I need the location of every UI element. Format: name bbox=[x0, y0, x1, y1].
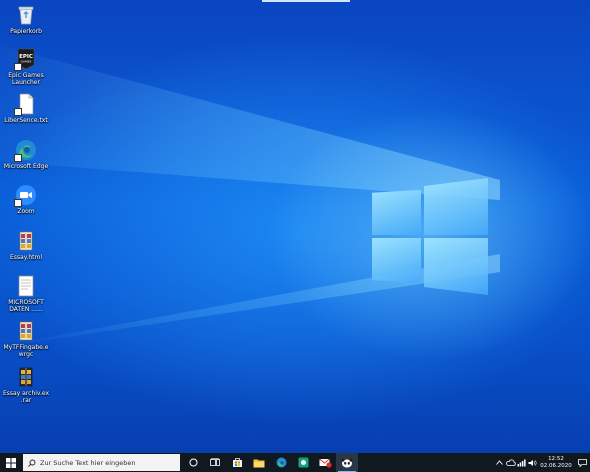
winrar-archive-icon bbox=[15, 366, 37, 388]
desktop-icon-label: MICROSOFT DATEN ...... bbox=[8, 299, 44, 313]
recycle-bin-icon bbox=[15, 4, 37, 26]
store-icon bbox=[232, 458, 242, 467]
network-tray[interactable] bbox=[516, 453, 527, 472]
cloud-icon bbox=[505, 459, 516, 466]
cortana-icon bbox=[189, 458, 197, 467]
shortcut-arrow-icon bbox=[14, 199, 22, 207]
taskbar-mail[interactable] bbox=[314, 453, 336, 472]
desktop-icon-myffingabe[interactable]: MyTFFingabe.ewrgc bbox=[2, 320, 50, 358]
shortcut-arrow-icon bbox=[14, 154, 22, 162]
action-center-button[interactable] bbox=[574, 453, 590, 472]
taskbar-store[interactable] bbox=[226, 453, 248, 472]
epic-games-icon: EPIC GAMES bbox=[14, 48, 37, 71]
desktop-icon-label: Microsoft Edge bbox=[3, 163, 49, 170]
edge-icon bbox=[14, 139, 37, 162]
desktop-icon-label: Zoom bbox=[17, 208, 35, 215]
desktop-icon-label: MyTFFingabe.ewrgc bbox=[3, 344, 49, 358]
desktop-icon-zoom[interactable]: Zoom bbox=[2, 184, 50, 215]
desktop-icon-label: Epic Games Launcher bbox=[8, 72, 44, 86]
speaker-icon bbox=[528, 459, 537, 466]
network-icon bbox=[517, 459, 526, 466]
taskbar-panda-app[interactable] bbox=[336, 453, 358, 472]
start-button[interactable] bbox=[0, 453, 22, 472]
desktop-icon-text-file[interactable]: LiberSence.txt bbox=[2, 93, 50, 124]
desktop-icon-label: Essay archiv.ex .rar bbox=[2, 390, 50, 404]
desktop-icon-essay-html[interactable]: Essay.html bbox=[2, 230, 50, 261]
shortcut-arrow-icon bbox=[14, 108, 22, 116]
onedrive-tray[interactable] bbox=[505, 453, 516, 472]
edge-icon bbox=[276, 457, 286, 468]
shortcut-arrow-icon bbox=[14, 63, 22, 71]
desktop-icon-label: LiberSence.txt bbox=[4, 117, 48, 124]
volume-tray[interactable] bbox=[527, 453, 538, 472]
winrar-archive-icon bbox=[15, 320, 37, 342]
desktop-icon-label: Essay.html bbox=[10, 254, 42, 261]
search-box[interactable]: Zur Suche Text hier eingeben bbox=[23, 454, 180, 471]
text-file-icon bbox=[14, 93, 37, 116]
task-view-icon bbox=[210, 458, 220, 466]
notification-icon bbox=[577, 458, 587, 467]
desktop-icon-label: Papierkorb bbox=[10, 28, 42, 35]
green-app-icon bbox=[298, 457, 308, 468]
svg-text:GAMES: GAMES bbox=[21, 60, 32, 64]
taskbar: Zur Suche Text hier eingeben 12:52 02.06… bbox=[0, 453, 590, 472]
mail-icon bbox=[318, 458, 332, 468]
taskbar-edge[interactable] bbox=[270, 453, 292, 472]
clock-date: 02.06.2020 bbox=[540, 462, 572, 469]
taskbar-green-app[interactable] bbox=[292, 453, 314, 472]
desktop-icon-epic-games[interactable]: EPIC GAMES Epic Games Launcher bbox=[2, 48, 50, 86]
windows-logo bbox=[372, 178, 488, 296]
taskbar-file-explorer[interactable] bbox=[248, 453, 270, 472]
chevron-up-icon bbox=[496, 460, 503, 465]
winrar-archive-icon bbox=[15, 230, 37, 252]
search-icon bbox=[28, 459, 36, 467]
window-edge bbox=[262, 0, 350, 2]
file-explorer-icon bbox=[253, 459, 265, 467]
zoom-icon bbox=[14, 184, 37, 207]
panda-app-icon bbox=[341, 458, 353, 468]
system-tray: 12:52 02.06.2020 bbox=[494, 453, 590, 472]
show-hidden-icons-button[interactable] bbox=[494, 453, 505, 472]
clock-time: 12:52 bbox=[548, 455, 564, 462]
desktop-icon-recycle-bin[interactable]: Papierkorb bbox=[2, 4, 50, 35]
desktop: Papierkorb EPIC GAMES Epic Games Launche… bbox=[0, 0, 590, 453]
taskbar-clock[interactable]: 12:52 02.06.2020 bbox=[540, 456, 572, 470]
windows-start-icon bbox=[6, 457, 16, 468]
task-view-button[interactable] bbox=[204, 453, 226, 472]
document-icon bbox=[15, 275, 37, 297]
cortana-button[interactable] bbox=[182, 453, 204, 472]
search-placeholder: Zur Suche Text hier eingeben bbox=[40, 458, 136, 467]
desktop-icon-edge[interactable]: Microsoft Edge bbox=[2, 139, 50, 170]
desktop-icon-essay-archive[interactable]: Essay archiv.ex .rar bbox=[2, 366, 50, 404]
desktop-icon-microsoft-daten[interactable]: MICROSOFT DATEN ...... bbox=[2, 275, 50, 313]
